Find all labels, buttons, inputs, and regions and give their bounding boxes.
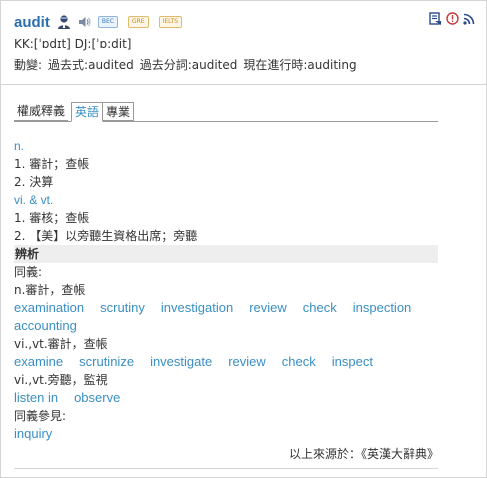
synonym-link[interactable]: observe [74, 390, 120, 405]
synonym-v2-label: vi.,vt.旁聽，監視 [14, 373, 108, 387]
synonym-link[interactable]: scrutinize [79, 354, 134, 369]
see-also-words: inquiry [14, 425, 438, 443]
synonym-v1-words: examine scrutinize investigate review check i… [14, 353, 438, 371]
word-forms: 動變: 過去式:audited 過去分詞:audited 現在進行時:auditing [14, 56, 363, 73]
definition-n-2: 2. 決算 [14, 175, 54, 189]
form-past-participle: 過去分詞:audited [139, 58, 238, 72]
definition-content: n. 1. 審計；查帳 2. 決算 vi. & vt. 1. 審核；查帳 2. … [14, 137, 438, 443]
synonym-link[interactable]: review [249, 300, 287, 315]
bookmark-icon[interactable] [429, 12, 442, 25]
form-present-participle: 現在進行時:auditing [243, 58, 357, 72]
synonym-link[interactable]: inspect [332, 354, 373, 369]
rss-icon[interactable] [463, 13, 475, 25]
synonym-v1-label: vi.,vt.審計，查帳 [14, 337, 108, 351]
ielts-badge: IELTS [158, 16, 183, 28]
synonym-link[interactable]: check [282, 354, 316, 369]
pos-verb: vi. & vt. [14, 193, 54, 207]
headword: audit [14, 13, 50, 31]
toolbar [429, 12, 475, 25]
speaker-icon[interactable] [78, 15, 92, 29]
synonym-link[interactable]: scrutiny [100, 300, 145, 315]
see-also-label: 同義參見: [14, 409, 67, 423]
synonym-link[interactable]: review [228, 354, 266, 369]
see-also-link[interactable]: inquiry [14, 426, 52, 441]
synonym-n-words-2: accounting [14, 317, 438, 335]
synonyms-label: 同義: [14, 265, 43, 279]
synonym-link[interactable]: listen in [14, 390, 58, 405]
person-icon[interactable] [56, 14, 72, 30]
synonym-link[interactable]: examine [14, 354, 63, 369]
divider [0, 84, 487, 85]
synonym-link[interactable]: examination [14, 300, 84, 315]
bec-badge: BEC [97, 16, 118, 28]
synonym-link[interactable]: investigate [150, 354, 212, 369]
synonym-link[interactable]: inspection [353, 300, 412, 315]
gre-badge: GRE [127, 16, 149, 28]
analysis-heading: 辨析 [14, 245, 438, 263]
tab-english[interactable]: 英語 [71, 102, 104, 122]
entry-header: audit BEC GRE IELTS [14, 10, 192, 34]
phonetic: KK:[ˈɒdɪt] DJ:[ˈɒ:dit] [14, 37, 132, 51]
synonym-link[interactable]: investigation [161, 300, 233, 315]
pos-noun: n. [14, 139, 25, 153]
form-past: 過去式:audited [48, 58, 134, 72]
definition-n-1: 1. 審計；查帳 [14, 157, 90, 171]
synonym-n-words: examination scrutiny investigation review ch… [14, 299, 438, 317]
synonym-link[interactable]: check [303, 300, 337, 315]
tab-bar: 權威釋義 英語 專業 [14, 102, 438, 122]
definition-v-2: 2. 【美】以旁聽生資格出席；旁聽 [14, 229, 198, 243]
tab-professional[interactable]: 專業 [103, 102, 135, 121]
forms-label: 動變: [14, 58, 43, 72]
synonym-link[interactable]: accounting [14, 318, 77, 333]
tab-authority[interactable]: 權威釋義 [14, 102, 69, 121]
alert-icon[interactable] [446, 12, 459, 25]
source-citation: 以上來源於：《英漢大辭典》 [288, 447, 439, 461]
definition-v-1: 1. 審核；查帳 [14, 211, 90, 225]
synonym-n-label: n.審計，查帳 [14, 283, 86, 297]
bottom-divider [14, 468, 438, 469]
synonym-v2-words: listen in observe [14, 389, 438, 407]
